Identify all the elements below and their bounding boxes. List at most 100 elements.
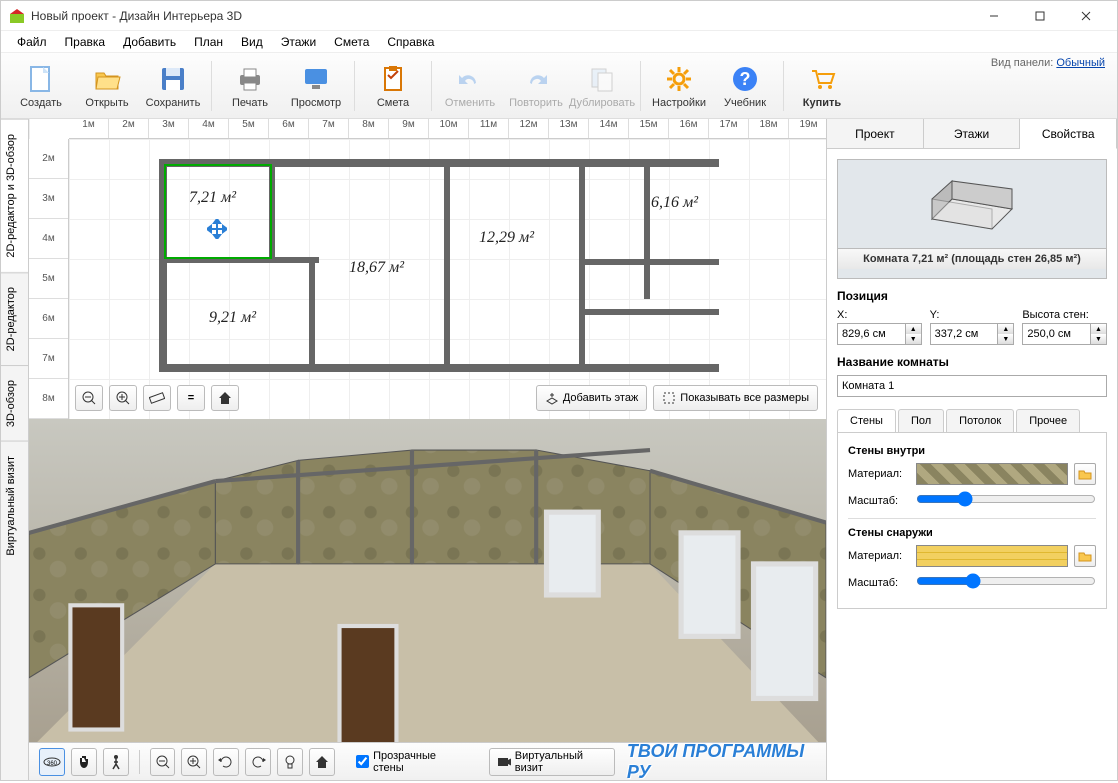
duplicate-button[interactable]: Дублировать <box>572 56 632 116</box>
menu-add[interactable]: Добавить <box>115 33 184 51</box>
menu-help[interactable]: Справка <box>379 33 442 51</box>
zoom-out-3d-button[interactable] <box>150 748 176 776</box>
room-preview-caption: Комната 7,21 м² (площадь стен 26,85 м²) <box>838 248 1106 269</box>
room-area-5: 9,21 м² <box>209 309 256 327</box>
buy-button[interactable]: Купить <box>792 56 852 116</box>
tab-properties[interactable]: Свойства <box>1020 119 1117 149</box>
transparent-walls-checkbox[interactable]: Прозрачные стены <box>356 750 460 774</box>
tab-virtual-visit[interactable]: Виртуальный визит <box>1 441 28 570</box>
inside-scale-slider[interactable] <box>916 491 1096 510</box>
titlebar: Новый проект - Дизайн Интерьера 3D <box>1 1 1117 31</box>
monitor-icon <box>300 63 332 95</box>
outside-scale-slider[interactable] <box>916 573 1096 592</box>
subtab-walls[interactable]: Стены <box>837 409 896 432</box>
preview-button[interactable]: Просмотр <box>286 56 346 116</box>
h-up[interactable]: ▲ <box>1091 324 1106 334</box>
tab-3d-view[interactable]: 3D-обзор <box>1 365 28 441</box>
tab-2d-3d-editor[interactable]: 2D-редактор и 3D-обзор <box>1 119 28 272</box>
scale-label-outside: Масштаб: <box>848 577 910 589</box>
pan-button[interactable] <box>71 748 97 776</box>
cart-icon <box>806 63 838 95</box>
menu-plan[interactable]: План <box>186 33 231 51</box>
canvas-2d[interactable]: 1м2м3м4м5м6м7м8м9м10м11м12м13м14м15м16м1… <box>29 119 826 419</box>
estimate-button[interactable]: Смета <box>363 56 423 116</box>
open-button[interactable]: Открыть <box>77 56 137 116</box>
walk-button[interactable] <box>103 748 129 776</box>
show-all-sizes-button[interactable]: Показывать все размеры <box>653 385 818 411</box>
x-input[interactable]: ▲▼ <box>837 323 922 345</box>
room-preview: Комната 7,21 м² (площадь стен 26,85 м²) <box>837 159 1107 279</box>
x-down[interactable]: ▼ <box>906 334 921 344</box>
equal-button[interactable]: = <box>177 385 205 411</box>
menubar: Файл Правка Добавить План Вид Этажи Смет… <box>1 31 1117 53</box>
menu-floors[interactable]: Этажи <box>273 33 324 51</box>
ruler-button[interactable] <box>143 385 171 411</box>
redo-button[interactable]: Повторить <box>506 56 566 116</box>
rotate-cw-button[interactable] <box>245 748 271 776</box>
menu-view[interactable]: Вид <box>233 33 271 51</box>
tab-2d-editor[interactable]: 2D-редактор <box>1 272 28 365</box>
tab-project[interactable]: Проект <box>827 119 924 148</box>
right-panel: Проект Этажи Свойства Комната 7,21 м² (п… <box>827 119 1117 780</box>
gear-icon <box>663 63 695 95</box>
selected-room-outline[interactable] <box>164 164 272 259</box>
help-icon: ? <box>729 63 761 95</box>
close-button[interactable] <box>1063 1 1109 31</box>
undo-button[interactable]: Отменить <box>440 56 500 116</box>
subtab-other[interactable]: Прочее <box>1016 409 1080 432</box>
y-label: Y: <box>930 309 1015 321</box>
tab-floors[interactable]: Этажи <box>924 119 1021 148</box>
home-button[interactable] <box>211 385 239 411</box>
y-down[interactable]: ▼ <box>998 334 1013 344</box>
subtab-floor[interactable]: Пол <box>898 409 944 432</box>
svg-text:?: ? <box>740 69 751 89</box>
light-button[interactable] <box>277 748 303 776</box>
room-name-title: Название комнаты <box>837 355 1107 369</box>
save-button[interactable]: Сохранить <box>143 56 203 116</box>
material-label-inside: Материал: <box>848 468 910 480</box>
outside-material-browse[interactable] <box>1074 545 1096 567</box>
zoom-in-3d-button[interactable] <box>181 748 207 776</box>
main-toolbar: Создать Открыть Сохранить Печать Просмот… <box>1 53 1117 119</box>
floorplan[interactable]: 7,21 м² 6,16 м² 12,29 м² 18,67 м² 9,21 м… <box>159 159 759 379</box>
menu-file[interactable]: Файл <box>9 33 55 51</box>
maximize-button[interactable] <box>1017 1 1063 31</box>
y-input[interactable]: ▲▼ <box>930 323 1015 345</box>
room-area-4: 18,67 м² <box>349 259 404 277</box>
home-3d-button[interactable] <box>309 748 335 776</box>
view-360-button[interactable]: 360 <box>39 748 65 776</box>
room-area-2: 6,16 м² <box>651 194 698 212</box>
add-floor-button[interactable]: Добавить этаж <box>536 385 647 411</box>
panel-mode-link[interactable]: Обычный <box>1056 57 1105 69</box>
x-up[interactable]: ▲ <box>906 324 921 334</box>
canvas-3d[interactable] <box>29 419 826 742</box>
window-title: Новый проект - Дизайн Интерьера 3D <box>31 9 971 23</box>
menu-edit[interactable]: Правка <box>57 33 114 51</box>
virtual-visit-button[interactable]: Виртуальный визит <box>489 748 615 776</box>
subtab-ceiling[interactable]: Потолок <box>946 409 1014 432</box>
scale-label-inside: Масштаб: <box>848 495 910 507</box>
rotate-ccw-button[interactable] <box>213 748 239 776</box>
inside-material-swatch[interactable] <box>916 463 1068 485</box>
h-down[interactable]: ▼ <box>1091 334 1106 344</box>
menu-estimate[interactable]: Смета <box>326 33 377 51</box>
room-name-input[interactable] <box>837 375 1107 397</box>
watermark: ТВОИ ПРОГРАММЫ РУ <box>627 741 816 783</box>
zoom-out-button[interactable] <box>75 385 103 411</box>
room-area-1: 7,21 м² <box>189 189 236 207</box>
walls-inside-title: Стены внутри <box>848 445 1096 457</box>
property-sub-tabs: Стены Пол Потолок Прочее <box>837 409 1107 433</box>
settings-button[interactable]: Настройки <box>649 56 709 116</box>
wall-height-input[interactable]: ▲▼ <box>1022 323 1107 345</box>
svg-text:360: 360 <box>47 761 58 767</box>
tutorial-button[interactable]: ?Учебник <box>715 56 775 116</box>
outside-material-swatch[interactable] <box>916 545 1068 567</box>
create-button[interactable]: Создать <box>11 56 71 116</box>
folder-open-icon <box>91 63 123 95</box>
print-button[interactable]: Печать <box>220 56 280 116</box>
inside-material-browse[interactable] <box>1074 463 1096 485</box>
minimize-button[interactable] <box>971 1 1017 31</box>
y-up[interactable]: ▲ <box>998 324 1013 334</box>
zoom-in-button[interactable] <box>109 385 137 411</box>
panel-mode-label: Вид панели: Обычный <box>991 57 1105 69</box>
